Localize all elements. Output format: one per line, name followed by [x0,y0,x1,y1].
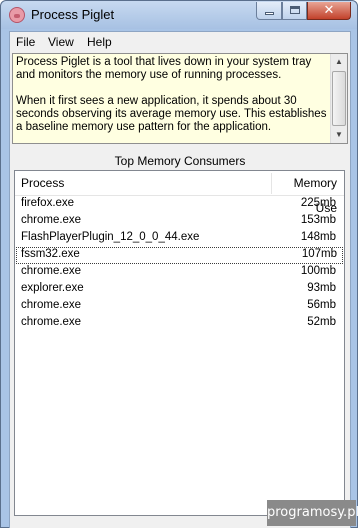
pig-app-icon[interactable] [9,7,25,23]
menu-view[interactable]: View [48,35,74,49]
title-bar[interactable]: Process Piglet ✕ [1,1,357,29]
maximize-button[interactable] [282,2,307,20]
close-icon: ✕ [323,3,335,18]
scroll-thumb[interactable] [332,71,346,126]
memory-consumers-list[interactable]: Process Memory Use firefox.exe 225mb chr… [14,170,345,516]
memory-value: 153mb [300,214,336,226]
watermark-badge: programosy.pl [267,500,358,526]
info-scrollbar[interactable]: ▲ ▼ [330,54,347,143]
process-name: chrome.exe [21,214,82,226]
column-divider[interactable] [271,173,272,194]
memory-value: 107mb [301,248,337,260]
memory-value: 225mb [300,197,336,209]
process-name: firefox.exe [21,197,75,209]
memory-value: 100mb [300,265,336,277]
list-header: Process Memory Use [15,171,344,215]
list-row[interactable]: firefox.exe 225mb [16,196,343,213]
process-name: explorer.exe [21,282,84,294]
memory-value: 56mb [307,299,336,311]
memory-value: 52mb [307,316,336,328]
list-rows: firefox.exe 225mb chrome.exe 153mb Flash… [15,196,344,332]
minimize-icon [265,12,274,15]
menu-help[interactable]: Help [87,35,112,49]
memory-value: 148mb [300,231,336,243]
process-name: chrome.exe [21,299,82,311]
info-text: Process Piglet is a tool that lives down… [16,56,329,147]
process-name: chrome.exe [21,265,82,277]
section-heading: Top Memory Consumers [114,154,246,168]
process-name: chrome.exe [21,316,82,328]
maximize-icon [290,6,300,14]
scroll-down-arrow-icon[interactable]: ▼ [331,127,347,143]
list-row[interactable]: explorer.exe 93mb [16,281,343,298]
process-name: fssm32.exe [21,248,80,260]
app-window: Process Piglet ✕ File View Help Process … [0,0,358,528]
list-row[interactable]: chrome.exe 153mb [16,213,343,230]
info-paragraph: When it first sees a new application, it… [16,95,327,133]
column-header-process[interactable]: Process [21,171,64,196]
minimize-button[interactable] [256,2,282,20]
info-paragraph: Process Piglet is a tool that lives down… [16,56,312,81]
close-button[interactable]: ✕ [307,2,351,20]
column-header-memory[interactable]: Memory Use [277,171,337,215]
menu-bar: File View Help [10,32,350,52]
client-area: File View Help Process Piglet is a tool … [9,31,351,528]
list-row-focused[interactable]: fssm32.exe 107mb [16,247,343,264]
memory-value: 93mb [307,282,336,294]
list-row[interactable]: chrome.exe 52mb [16,315,343,332]
window-title: Process Piglet [31,7,115,22]
process-name: FlashPlayerPlugin_12_0_0_44.exe [21,231,200,243]
menu-file[interactable]: File [16,35,35,49]
list-row[interactable]: FlashPlayerPlugin_12_0_0_44.exe 148mb [16,230,343,247]
scroll-up-arrow-icon[interactable]: ▲ [331,54,347,70]
info-textbox[interactable]: Process Piglet is a tool that lives down… [12,53,348,144]
list-row[interactable]: chrome.exe 56mb [16,298,343,315]
list-row[interactable]: chrome.exe 100mb [16,264,343,281]
